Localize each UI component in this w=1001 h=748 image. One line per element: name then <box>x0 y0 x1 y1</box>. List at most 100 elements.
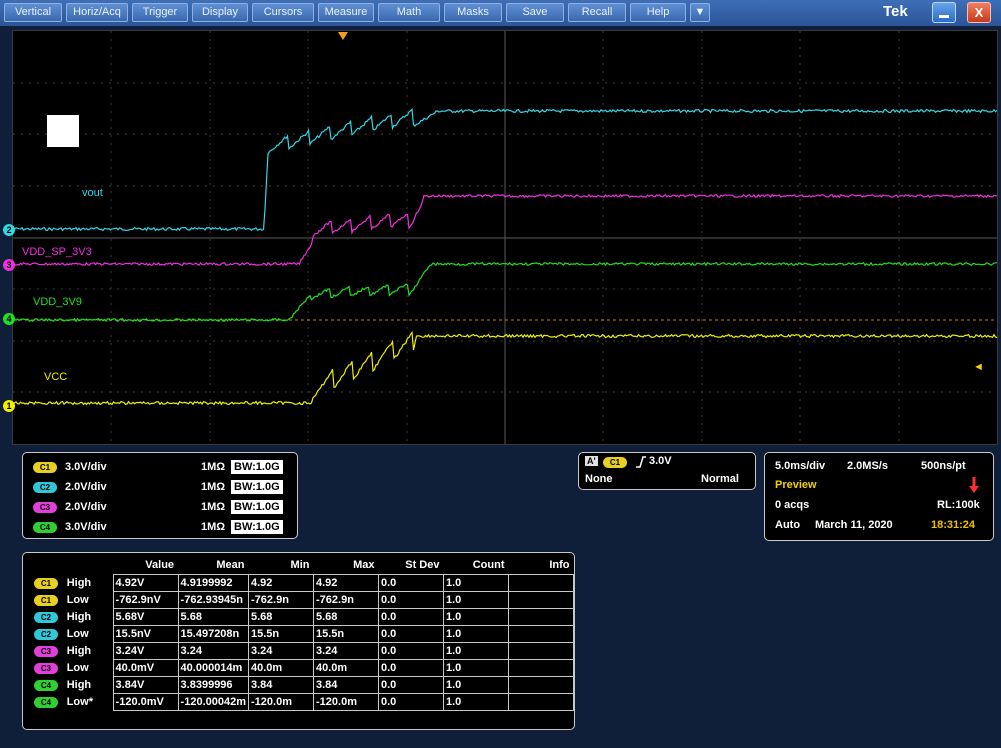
measurement-cell: 3.24 <box>177 642 250 660</box>
input-impedance: 1MΩ <box>201 501 226 513</box>
trigger-source-chip: C1 <box>603 457 627 468</box>
measurement-name: High <box>66 645 92 657</box>
measurement-row[interactable]: C2 High 5.68V 5.68 5.68 5.68 0.0 1.0 <box>32 608 574 626</box>
waveform-display[interactable] <box>12 30 998 445</box>
vertical-row-c4[interactable]: C4 3.0V/div 1MΩ BW:1.0G <box>33 519 283 535</box>
column-header: Max <box>353 559 375 571</box>
menu-vertical-button[interactable]: Vertical <box>4 3 62 22</box>
rising-edge-icon <box>636 456 646 468</box>
close-button[interactable]: X <box>967 2 991 23</box>
measurement-cell: 0.0 <box>378 625 444 643</box>
measurement-cell: -120.0m <box>313 693 379 711</box>
bandwidth-limit: BW:1.0G <box>231 460 283 474</box>
bandwidth-limit: BW:1.0G <box>231 480 283 494</box>
channel-chip: C3 <box>34 646 58 657</box>
measurement-cell: 4.92 <box>248 574 314 592</box>
measurement-row[interactable]: C4 Low* -120.0mV -120.00042m -120.0m -120.0m… <box>32 693 574 711</box>
vertical-settings-panel[interactable]: C1 3.0V/div 1MΩ BW:1.0G C2 2.0V/div 1MΩ B… <box>22 452 298 539</box>
measurement-cell: -762.9n <box>248 591 314 609</box>
minimize-button[interactable] <box>932 2 956 23</box>
ch2-ground-marker[interactable]: 2 <box>3 224 15 236</box>
vertical-row-c3[interactable]: C3 2.0V/div 1MΩ BW:1.0G <box>33 499 283 515</box>
menu-trigger-button[interactable]: Trigger <box>132 3 188 22</box>
column-header: Value <box>145 559 175 571</box>
measurement-cell: -120.0mV <box>112 693 179 711</box>
vertical-row-c1[interactable]: C1 3.0V/div 1MΩ BW:1.0G <box>33 459 283 475</box>
measurement-cell: 40.0mV <box>112 659 179 677</box>
measurement-cell: 40.0m <box>248 659 314 677</box>
measurement-cell <box>508 574 574 592</box>
measurement-cell: 15.497208n <box>177 625 250 643</box>
volts-per-div: 2.0V/div <box>65 481 107 493</box>
run-mode: Auto <box>775 519 801 531</box>
menu-horiz-acq-button[interactable]: Horiz/Acq <box>66 3 128 22</box>
waveform-svg <box>13 31 997 444</box>
menu-cursors-button[interactable]: Cursors <box>252 3 314 22</box>
channel-chip: C1 <box>34 595 58 606</box>
ch1-ground-marker[interactable]: 1 <box>3 400 15 412</box>
bandwidth-limit: BW:1.0G <box>231 520 283 534</box>
measurement-cell: 3.24 <box>313 642 379 660</box>
trigger-level-icon[interactable]: ◄ <box>973 361 984 373</box>
menu-recall-button[interactable]: Recall <box>568 3 626 22</box>
measurements-table: Value Mean Min Max St Dev Count Info C1 High 4.… <box>32 556 574 711</box>
label-vdd-sp-3v3: VDD_SP_3V3 <box>22 246 92 258</box>
menu-display-button[interactable]: Display <box>192 3 248 22</box>
measurement-row[interactable]: C1 High 4.92V 4.9199992 4.92 4.92 0.0 1.0 <box>32 574 574 592</box>
acq-state: Preview <box>775 479 817 491</box>
resolution: 500ns/pt <box>921 460 966 472</box>
measurement-cell: 5.68V <box>112 608 179 626</box>
channel-chip: C2 <box>34 612 58 623</box>
measurement-cell: 1.0 <box>443 693 509 711</box>
measurement-cell: 3.8399996 <box>177 676 250 694</box>
channel-chip: C2 <box>33 482 57 493</box>
measurement-cell: 0.0 <box>378 642 444 660</box>
channel-chip: C3 <box>34 663 58 674</box>
measurement-row[interactable]: C2 Low 15.5nV 15.497208n 15.5n 15.5n 0.0 1.0 <box>32 625 574 643</box>
menu-save-button[interactable]: Save <box>506 3 564 22</box>
white-box <box>47 115 79 147</box>
trigger-position-marker[interactable] <box>338 32 348 40</box>
stop-arrow-icon <box>969 477 979 493</box>
volts-per-div: 3.0V/div <box>65 521 107 533</box>
label-vout: vout <box>82 187 103 199</box>
column-header: Count <box>472 559 505 571</box>
measurement-row[interactable]: C3 High 3.24V 3.24 3.24 3.24 0.0 1.0 <box>32 642 574 660</box>
menu-math-button[interactable]: Math <box>378 3 440 22</box>
measurements-panel[interactable]: Value Mean Min Max St Dev Count Info C1 High 4.… <box>22 552 575 730</box>
menu-help-button[interactable]: Help <box>630 3 686 22</box>
channel-chip: C3 <box>33 502 57 513</box>
menu-measure-button[interactable]: Measure <box>318 3 374 22</box>
measurement-cell: 5.68 <box>313 608 379 626</box>
measurement-cell: 1.0 <box>443 608 509 626</box>
measurement-cell <box>508 693 574 711</box>
menu-dropdown-button[interactable]: ▼ <box>690 3 710 22</box>
channel-chip: C4 <box>33 522 57 533</box>
measurement-row[interactable]: C4 High 3.84V 3.8399996 3.84 3.84 0.0 1.0 <box>32 676 574 694</box>
measurement-cell: 0.0 <box>378 574 444 592</box>
acq-count: 0 acqs <box>775 499 810 511</box>
measurement-cell: 1.0 <box>443 591 509 609</box>
measurement-row[interactable]: C3 Low 40.0mV 40.000014m 40.0m 40.0m 0.0 1.0 <box>32 659 574 677</box>
ch3-ground-marker[interactable]: 3 <box>3 259 15 271</box>
measurement-cell: 0.0 <box>378 676 444 694</box>
horizontal-panel[interactable]: 5.0ms/div 2.0MS/s 500ns/pt Preview 0 acq… <box>764 452 994 541</box>
measurement-cell <box>508 625 574 643</box>
measurement-cell: 1.0 <box>443 676 509 694</box>
trigger-panel[interactable]: A' C1 3.0V None Normal <box>578 452 756 490</box>
measurement-cell <box>508 659 574 677</box>
measurement-name: Low <box>66 662 89 674</box>
measurement-row[interactable]: C1 Low -762.9nV -762.93945n -762.9n -762.9n 0… <box>32 591 574 609</box>
horizontal-scale: 5.0ms/div <box>775 460 826 472</box>
measurement-name: Low <box>66 628 89 640</box>
vertical-row-c2[interactable]: C2 2.0V/div 1MΩ BW:1.0G <box>33 479 283 495</box>
trigger-mode: Normal <box>701 473 739 485</box>
measurement-cell: 3.24V <box>112 642 179 660</box>
measurement-cell: 15.5n <box>313 625 379 643</box>
measurement-cell: 3.24 <box>248 642 314 660</box>
measurement-name: High <box>66 577 92 589</box>
menu-masks-button[interactable]: Masks <box>444 3 502 22</box>
measurement-cell: 1.0 <box>443 574 509 592</box>
ch4-ground-marker[interactable]: 4 <box>3 313 15 325</box>
input-impedance: 1MΩ <box>201 461 226 473</box>
